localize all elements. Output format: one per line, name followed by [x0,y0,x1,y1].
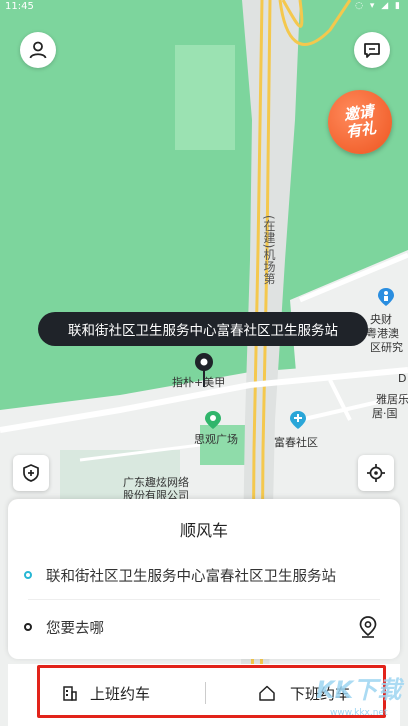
status-icons: ◌ ▾ ◢ ▮ [355,1,402,11]
destination-row[interactable]: 您要去哪 [24,605,384,649]
shield-plus-icon [23,464,39,482]
status-time: 11:45 [5,1,34,12]
watermark-logo: KK下载 [316,676,402,704]
poi-label-square: 思观广场 [194,433,238,446]
invite-line-2: 有礼 [344,118,378,141]
location-tooltip: 联和街社区卫生服务中心富春社区卫生服务站 [38,312,368,346]
profile-button[interactable] [20,32,56,68]
pin-poi-label: 指朴+美甲 [172,376,226,389]
poi-label-d: D [398,372,407,385]
destination-dot-icon [24,623,32,631]
chat-icon [364,43,380,58]
origin-row[interactable]: 联和街社区卫生服务中心富春社区卫生服务站 [24,553,384,597]
person-poi-icon [378,288,394,306]
card-title: 顺风车 [179,521,228,540]
crosshair-icon [367,464,385,482]
poi-label-community: 富春社区 [274,436,318,449]
user-icon [29,41,47,59]
destination-placeholder: 您要去哪 [46,620,104,637]
locate-button[interactable] [358,455,394,491]
road-label: (在建)机场第 [262,215,276,285]
origin-dot-icon [24,571,32,579]
status-bar: 11:45 ◌ ▾ ◢ ▮ [0,0,408,14]
message-button[interactable] [354,32,390,68]
poi-label-ju: 居·国 [372,407,398,420]
hospital-poi-icon [290,411,306,429]
park-poi-icon [205,411,221,429]
watermark-url: www.kkx.net [330,708,388,718]
safety-button[interactable] [13,455,49,491]
card-divider [28,599,380,600]
map-pin-select-icon[interactable] [358,616,378,638]
ride-card: 顺风车 联和街社区卫生服务中心富春社区卫生服务站 您要去哪 [8,499,400,659]
poi-label-research: 区研究 [370,341,403,354]
location-tooltip-text: 联和街社区卫生服务中心富春社区卫生服务站 [68,323,338,339]
origin-text: 联和街社区卫生服务中心富春社区卫生服务站 [46,568,336,585]
